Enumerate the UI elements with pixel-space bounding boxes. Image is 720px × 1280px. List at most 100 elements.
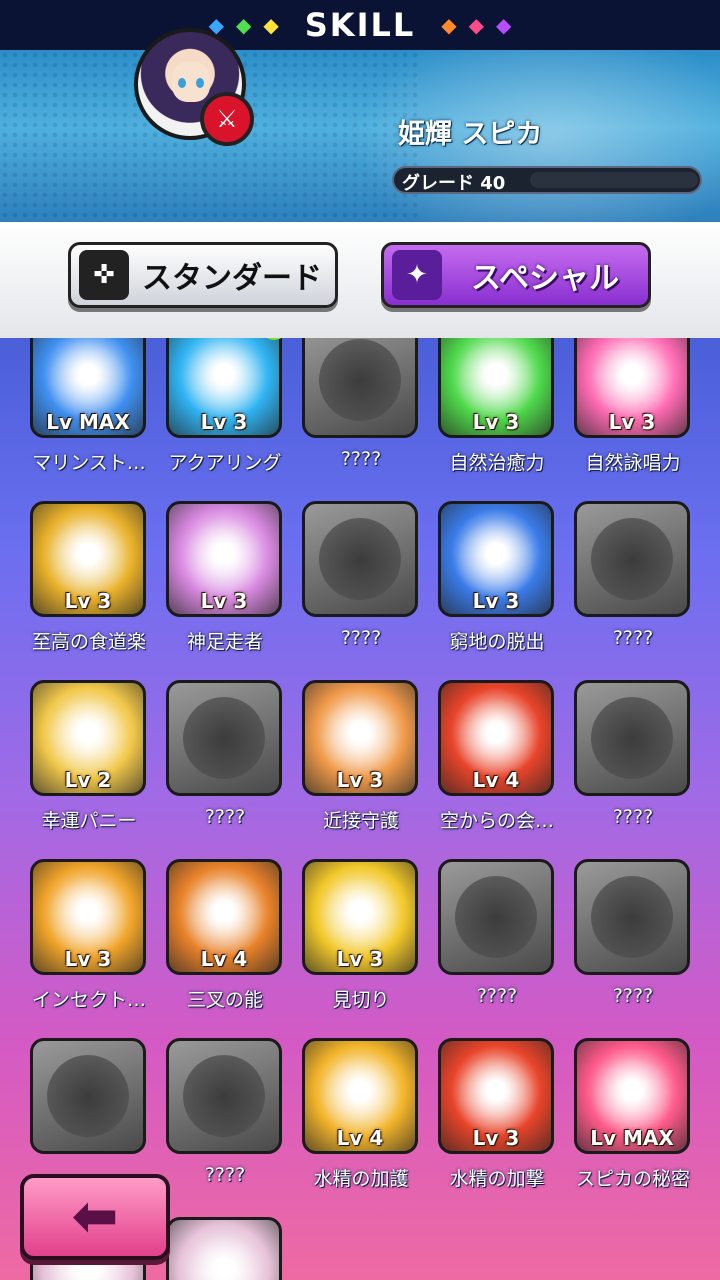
skill-art <box>455 518 537 600</box>
page-title: SKILL <box>304 6 416 44</box>
skill-art <box>591 876 673 958</box>
person-sparkle-icon: ✦ <box>392 250 442 300</box>
skill-icon <box>574 859 690 975</box>
skill-name: ???? <box>612 627 654 649</box>
skill-name: ???? <box>612 985 654 1007</box>
skill-name: 至高の食道楽 <box>31 631 146 653</box>
skill-level: Lv 4 <box>472 768 520 792</box>
skill-level: Lv 3 <box>608 410 656 434</box>
skill-name: 幸運パニー <box>41 810 137 832</box>
skill-art <box>47 876 129 958</box>
tab-standard[interactable]: ✜ スタンダード <box>68 242 338 308</box>
gem-icon: ◆ <box>235 13 252 37</box>
skill-art <box>319 518 401 600</box>
skill-icon <box>166 680 282 796</box>
skill-art <box>319 1055 401 1137</box>
skill-name: 近接守護 <box>322 810 399 832</box>
skill-name: 自然治癒力 <box>449 452 545 474</box>
skill-level: Lv 3 <box>64 947 112 971</box>
skill-name: ???? <box>204 1164 246 1186</box>
skill-art <box>591 339 673 421</box>
skill-art <box>455 339 537 421</box>
skill-art <box>455 1055 537 1137</box>
skill-art <box>183 876 265 958</box>
skill-icon <box>302 338 418 438</box>
skill-art <box>183 518 265 600</box>
avatar-eye <box>178 78 186 88</box>
skill-level: Lv 3 <box>472 410 520 434</box>
skill-name: 水精の加撃 <box>449 1168 545 1190</box>
skill-name: 自然詠唱力 <box>585 452 681 474</box>
skill-art <box>47 1055 129 1137</box>
gem-icon: ◆ <box>441 13 457 37</box>
skill-art <box>319 339 401 421</box>
tab-row: ✜ スタンダード ✦ スペシャル <box>0 222 720 338</box>
grade-label: グレード 40 <box>402 173 506 194</box>
skill-art <box>455 697 537 779</box>
skill-art <box>319 876 401 958</box>
skill-level: Lv 3 <box>336 768 384 792</box>
skill-level: Lv 3 <box>472 589 520 613</box>
skill-art <box>47 518 129 600</box>
skill-name: 水精の加護 <box>313 1168 409 1190</box>
skill-level: Lv 3 <box>336 947 384 971</box>
skill-name: インセクト… <box>31 989 146 1011</box>
skill-art <box>591 518 673 600</box>
skill-level: Lv 4 <box>200 947 248 971</box>
tab-special-label: スペシャル <box>471 261 619 296</box>
skill-name: 神足走者 <box>186 631 263 653</box>
skill-level: Lv 3 <box>472 1126 520 1150</box>
avatar-eye <box>196 78 204 88</box>
sword-icon: ⚔ <box>200 92 254 146</box>
skill-name: 三叉の能 <box>186 989 263 1011</box>
skill-art <box>319 697 401 779</box>
title-bar: ◆ ◆ ◆ SKILL ◆ ◆ ◆ <box>0 0 720 50</box>
character-name: 姫輝 スピカ <box>398 119 543 150</box>
skill-level: Lv 2 <box>64 768 112 792</box>
skill-art <box>591 697 673 779</box>
skill-name: アクアリング <box>168 452 282 474</box>
skill-icon <box>302 501 418 617</box>
back-arrow-icon: ⬅ <box>71 1184 119 1249</box>
skill-level: Lv MAX <box>46 410 130 434</box>
skill-art <box>183 339 265 421</box>
skill-icon <box>166 1217 282 1280</box>
skill-level: Lv 3 <box>200 410 248 434</box>
skill-level: Lv 3 <box>64 589 112 613</box>
skill-grid: Lv MAXマリンスト…ELv 3アクアリング????Lv 3自然治癒力Lv 3… <box>0 338 720 1280</box>
skill-art <box>183 697 265 779</box>
skill-name: ???? <box>340 448 382 470</box>
skill-name: ???? <box>340 627 382 649</box>
tab-special[interactable]: ✦ スペシャル <box>381 242 651 308</box>
skill-art <box>591 1055 673 1137</box>
skill-icon <box>574 501 690 617</box>
gem-icon: ◆ <box>496 13 512 37</box>
gem-icon: ◆ <box>468 13 485 37</box>
grade-progress <box>530 172 698 188</box>
skill-art <box>183 1234 265 1280</box>
back-button[interactable]: ⬅ <box>20 1174 170 1260</box>
gem-icon: ◆ <box>263 13 279 37</box>
skill-name: マリンスト… <box>32 452 146 474</box>
tab-standard-label: スタンダード <box>142 261 322 296</box>
skill-art <box>455 876 537 958</box>
skill-icon <box>438 859 554 975</box>
skill-art <box>183 1055 265 1137</box>
skill-name: 見切り <box>332 989 390 1011</box>
skill-level: Lv MAX <box>590 1126 674 1150</box>
skill-level: Lv 4 <box>336 1126 384 1150</box>
skill-icon <box>166 1038 282 1154</box>
skill-name: 空からの会… <box>439 810 554 832</box>
skill-name: ???? <box>204 806 246 828</box>
crosshair-icon: ✜ <box>79 250 129 300</box>
skill-icon <box>574 680 690 796</box>
skill-name: ???? <box>476 985 518 1007</box>
skill-name: 窮地の脱出 <box>449 631 545 653</box>
skill-icon <box>30 1038 146 1154</box>
skill-art <box>47 697 129 779</box>
character-header <box>0 50 720 222</box>
skill-art <box>47 339 129 421</box>
skill-level: Lv 3 <box>200 589 248 613</box>
skill-name: スピカの秘密 <box>575 1168 690 1190</box>
skill-name: ???? <box>612 806 654 828</box>
